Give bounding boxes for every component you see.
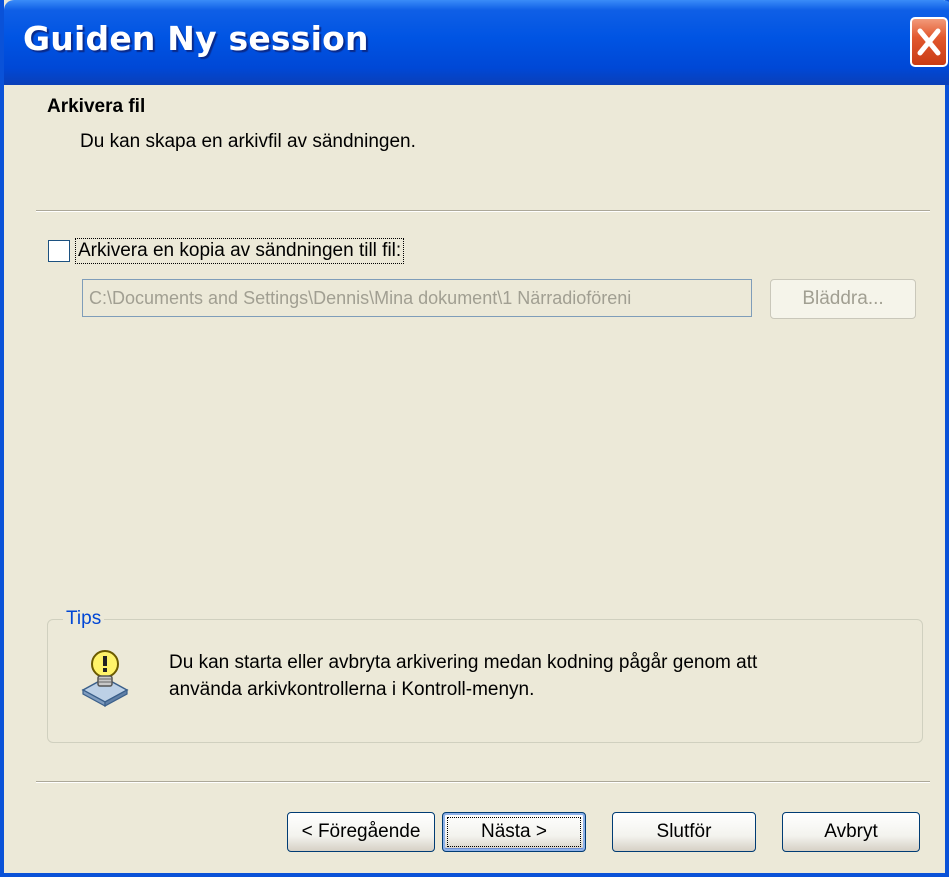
archive-checkbox-label[interactable]: Arkivera en kopia av sändningen till fil… <box>74 238 405 264</box>
tips-legend: Tips <box>63 608 105 630</box>
back-button[interactable]: < Föregående <box>287 812 435 852</box>
tips-line-1: Du kan starta eller avbryta arkivering m… <box>169 652 758 673</box>
cancel-button[interactable]: Avbryt <box>782 812 920 852</box>
finish-button[interactable]: Slutför <box>612 812 756 852</box>
tips-text: Du kan starta eller avbryta arkivering m… <box>169 649 869 703</box>
tips-line-2: använda arkivkontrollerna i Kontroll-men… <box>169 679 535 700</box>
page-heading: Arkivera fil <box>47 96 146 117</box>
archive-path-field[interactable] <box>82 279 752 317</box>
close-icon <box>917 28 941 56</box>
browse-button[interactable]: Bläddra... <box>770 279 916 319</box>
footer-divider <box>36 781 930 783</box>
archive-checkbox[interactable] <box>48 240 70 262</box>
title-bar[interactable]: Guiden Ny session <box>4 0 949 85</box>
header-divider <box>36 210 930 212</box>
close-button[interactable] <box>910 17 948 67</box>
window-title: Guiden Ny session <box>23 19 369 58</box>
lightbulb-icon <box>81 650 129 708</box>
next-button[interactable]: Nästa > <box>442 812 586 852</box>
page-subheading: Du kan skapa en arkivfil av sändningen. <box>80 131 416 152</box>
